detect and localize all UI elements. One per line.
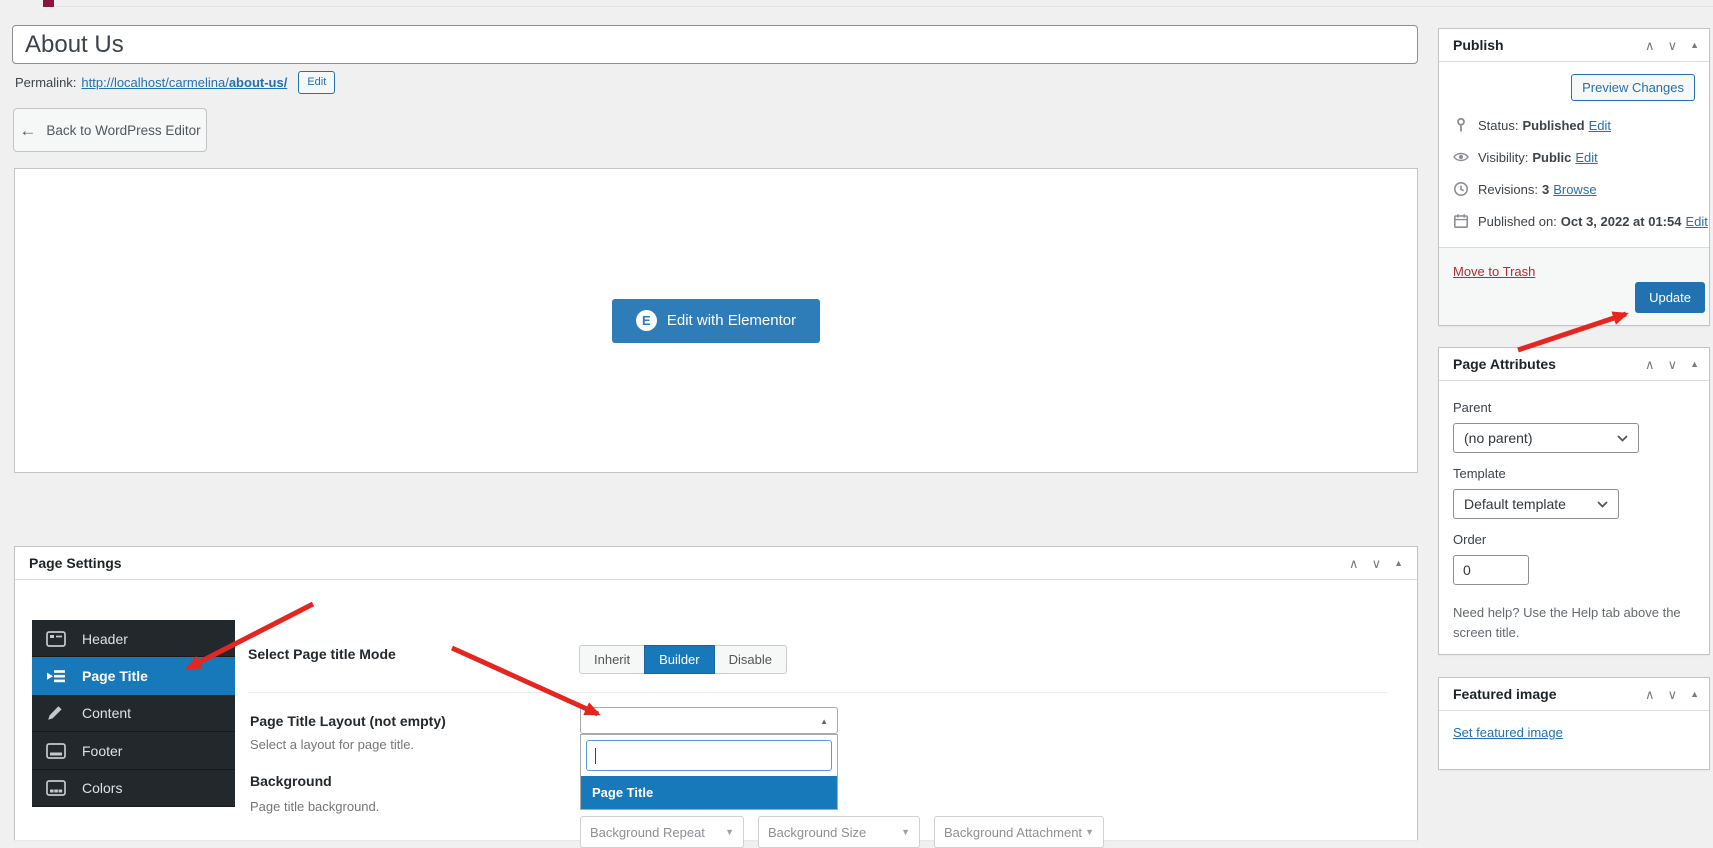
publish-panel: Publish ∧ ∨ ▲ Preview Changes Status: Pu… [1438, 28, 1710, 326]
permalink-label: Permalink: [15, 74, 77, 90]
permalink-edit-button[interactable]: Edit [298, 70, 336, 94]
order-input[interactable] [1453, 555, 1529, 585]
arrow-left-icon: ← [19, 120, 37, 140]
page-title-icon [47, 670, 65, 683]
mode-builder-button[interactable]: Builder [644, 645, 715, 674]
page-title-mode-group: Inherit Builder Disable [579, 645, 787, 674]
publish-actions-footer: Move to Trash Update [1439, 247, 1709, 325]
move-down-icon[interactable]: ∨ [1668, 358, 1678, 371]
elementor-icon: E [635, 310, 657, 331]
update-button[interactable]: Update [1635, 282, 1705, 313]
page-title-layout-description: Select a layout for page title. [250, 737, 415, 752]
publish-panel-header: Publish ∧ ∨ ▲ [1439, 29, 1709, 62]
order-label: Order [1453, 532, 1487, 547]
move-up-icon[interactable]: ∧ [1645, 39, 1655, 52]
template-label: Template [1453, 466, 1506, 481]
toggle-panel-icon[interactable]: ▲ [1690, 689, 1699, 699]
move-up-icon[interactable]: ∧ [1645, 688, 1655, 701]
calendar-icon [1453, 214, 1468, 228]
mode-disable-button[interactable]: Disable [713, 645, 787, 674]
revisions-icon [1454, 182, 1468, 196]
parent-label: Parent [1453, 400, 1492, 415]
page-title-input[interactable] [12, 25, 1418, 64]
edit-with-elementor-button[interactable]: E Edit with Elementor [611, 298, 821, 343]
top-hairline [55, 6, 1713, 7]
tab-content[interactable]: Content [32, 694, 235, 733]
settings-sidebar: Header Page Title Content Footer Colors [32, 620, 235, 807]
move-down-icon[interactable]: ∨ [1372, 557, 1382, 570]
footer-icon [46, 743, 66, 759]
move-up-icon[interactable]: ∧ [1349, 557, 1359, 570]
toggle-panel-icon[interactable]: ▲ [1690, 359, 1699, 369]
publish-visibility-row: Visibility: Public Edit [1453, 149, 1695, 165]
header-icon [46, 630, 66, 647]
dropdown-arrow-icon: ▼ [1085, 827, 1094, 837]
chevron-down-icon [1617, 434, 1628, 442]
featured-image-header: Featured image ∧ ∨ ▲ [1439, 678, 1709, 711]
background-selects: Background Repeat ▼ Background Size ▼ Ba… [580, 816, 1104, 848]
move-down-icon[interactable]: ∨ [1668, 688, 1678, 701]
page-attributes-title: Page Attributes [1453, 356, 1556, 372]
move-to-trash-link[interactable]: Move to Trash [1453, 264, 1535, 279]
set-featured-image-link[interactable]: Set featured image [1453, 725, 1563, 740]
toggle-panel-icon[interactable]: ▲ [1690, 40, 1699, 50]
publish-revisions-row: Revisions: 3 Browse [1453, 181, 1695, 197]
back-button-label: Back to WordPress Editor [46, 122, 201, 138]
row-divider [248, 692, 1388, 693]
colors-icon [46, 780, 66, 797]
layout-search-input[interactable] [586, 740, 832, 771]
publish-date-row: Published on: Oct 3, 2022 at 01:54 Edit [1453, 213, 1708, 229]
page-title-layout-label: Page Title Layout (not empty) [250, 713, 446, 729]
edit-visibility-link[interactable]: Edit [1575, 150, 1597, 165]
featured-image-title: Featured image [1453, 686, 1557, 702]
page-settings-title: Page Settings [29, 555, 122, 571]
edit-date-link[interactable]: Edit [1685, 214, 1707, 229]
publish-panel-title: Publish [1453, 37, 1504, 53]
publish-status-row: Status: Published Edit [1453, 117, 1695, 133]
pencil-icon [48, 706, 62, 721]
permalink: Permalink: http://localhost/carmelina/ab… [15, 70, 336, 94]
preview-changes-button[interactable]: Preview Changes [1571, 74, 1695, 101]
page-attributes-panel: Page Attributes ∧ ∨ ▲ Parent (no parent)… [1438, 347, 1710, 655]
text-caret [595, 748, 596, 764]
screen-corner-mark [43, 0, 54, 7]
editor-canvas: E Edit with Elementor [14, 168, 1418, 473]
move-up-icon[interactable]: ∧ [1645, 358, 1655, 371]
tab-colors[interactable]: Colors [32, 769, 235, 807]
page-title-layout-select[interactable]: ▲ [580, 707, 838, 734]
permalink-link[interactable]: http://localhost/carmelina/about-us/ [81, 75, 287, 90]
chevron-down-icon [1597, 500, 1608, 508]
layout-option-page-title[interactable]: Page Title [581, 776, 837, 809]
mode-inherit-button[interactable]: Inherit [579, 645, 646, 674]
tab-page-title[interactable]: Page Title [32, 657, 235, 695]
dropdown-arrow-icon: ▼ [901, 827, 910, 837]
background-description: Page title background. [250, 799, 380, 814]
elementor-button-label: Edit with Elementor [666, 312, 797, 329]
chevron-up-icon: ▲ [820, 717, 828, 726]
move-down-icon[interactable]: ∨ [1668, 39, 1678, 52]
browse-revisions-link[interactable]: Browse [1553, 182, 1596, 197]
background-size-select[interactable]: Background Size ▼ [758, 816, 920, 848]
toggle-panel-icon[interactable]: ▲ [1394, 558, 1403, 568]
background-label: Background [250, 773, 332, 789]
page-title-mode-label: Select Page title Mode [248, 646, 396, 662]
back-to-wordpress-editor-button[interactable]: ← Back to WordPress Editor [13, 108, 207, 152]
parent-select[interactable]: (no parent) [1453, 423, 1639, 453]
help-text: Need help? Use the Help tab above the sc… [1453, 605, 1681, 640]
pin-icon [1457, 117, 1465, 132]
edit-status-link[interactable]: Edit [1589, 118, 1611, 133]
page-settings-header: Page Settings ∧ ∨ ▲ [15, 547, 1417, 580]
tab-header[interactable]: Header [32, 620, 235, 658]
page-settings-panel: Page Settings ∧ ∨ ▲ Header Page Title Co… [14, 546, 1418, 848]
layout-dropdown: Page Title [580, 734, 838, 810]
background-attachment-select[interactable]: Background Attachment ▼ [934, 816, 1104, 848]
tab-footer[interactable]: Footer [32, 732, 235, 770]
eye-icon [1453, 152, 1469, 162]
featured-image-panel: Featured image ∧ ∨ ▲ Set featured image [1438, 677, 1710, 770]
template-select[interactable]: Default template [1453, 489, 1619, 519]
page-attributes-header: Page Attributes ∧ ∨ ▲ [1439, 348, 1709, 381]
background-repeat-select[interactable]: Background Repeat ▼ [580, 816, 744, 848]
dropdown-arrow-icon: ▼ [725, 827, 734, 837]
